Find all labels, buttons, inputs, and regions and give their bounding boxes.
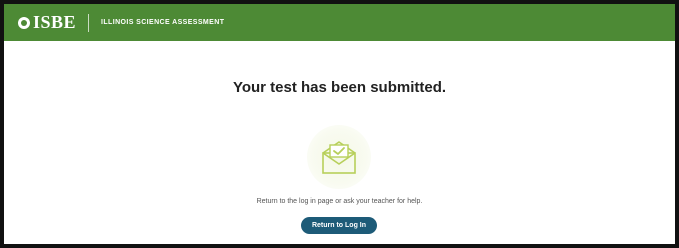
help-message: Return to the log in page or ask your te… bbox=[256, 198, 423, 205]
app-header: ISBE ILLINOIS SCIENCE ASSESSMENT bbox=[4, 4, 675, 41]
envelope-check-icon bbox=[307, 125, 371, 189]
header-subtitle: ILLINOIS SCIENCE ASSESSMENT bbox=[101, 19, 225, 26]
return-to-login-button[interactable]: Return to Log In bbox=[301, 217, 377, 234]
page-frame: ISBE ILLINOIS SCIENCE ASSESSMENT Your te… bbox=[0, 0, 679, 248]
header-divider bbox=[88, 13, 90, 32]
logo-text: ISBE bbox=[33, 12, 77, 32]
logo-circle-icon bbox=[18, 16, 30, 29]
isbe-logo: ISBE bbox=[18, 12, 76, 33]
page-title: Your test has been submitted. bbox=[232, 79, 447, 96]
